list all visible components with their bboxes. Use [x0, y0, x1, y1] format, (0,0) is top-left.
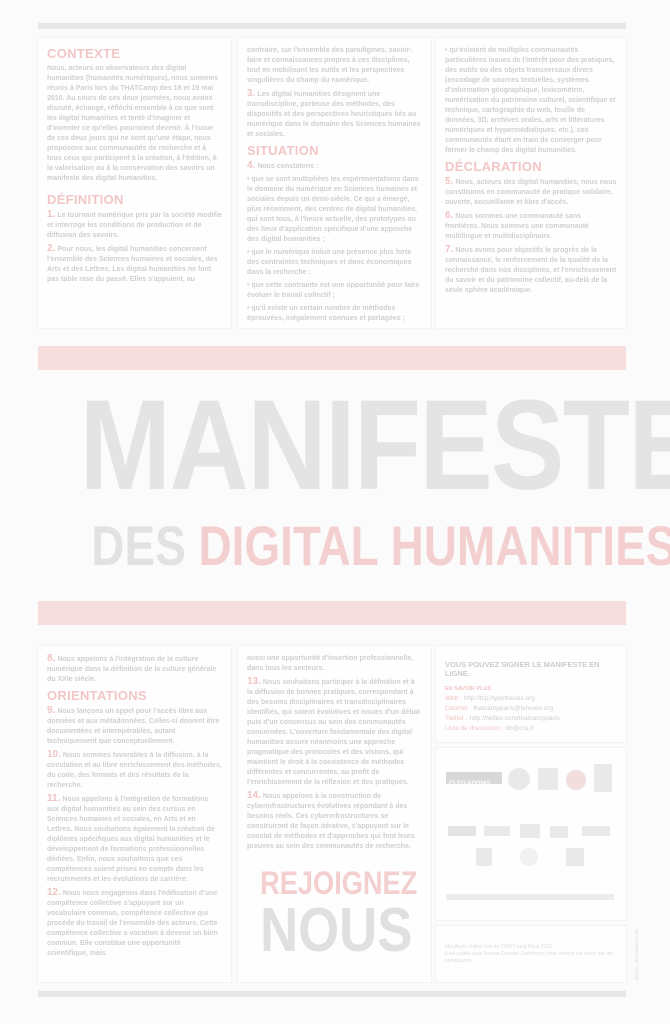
top-rule: [38, 23, 626, 29]
bottom-column-3-footer: Manifeste réalisé lors du THATCamp Paris…: [436, 926, 626, 982]
logo-inria[interactable]: [566, 770, 586, 790]
definition-continued: contraire, sur l'ensemble des paradigmes…: [247, 47, 412, 84]
contexte-heading: CONTEXTE: [47, 46, 121, 61]
declaration-6: 6. Nous sommes une communauté sans fronti…: [445, 210, 589, 241]
principle-9: 9. Nous lançons un appel pour l'accès lib…: [47, 705, 220, 746]
pink-band-top: [38, 346, 626, 370]
definition-1: 1. Le tournant numérique pris par la soci…: [47, 209, 222, 240]
link-email[interactable]: Courriel : thatcampparis@lemoen.org: [445, 704, 617, 714]
logo-partner-5[interactable]: [582, 826, 610, 836]
principle-13: 13. Nous souhaitons participer à la défin…: [247, 676, 420, 787]
sign-online-text: VOUS POUVEZ SIGNER LE MANIFESTE EN LIGNE…: [445, 660, 600, 678]
logo-cnrs[interactable]: [508, 768, 530, 790]
logo-partner-7[interactable]: [520, 848, 538, 866]
definition-2: 2. Pour nous, les digital humanities conc…: [47, 243, 218, 284]
digital-humanities-words: DIGITAL HUMANITIES: [198, 514, 670, 577]
contexte-text: Nous, acteurs ou observateurs des digita…: [47, 65, 219, 182]
declaration-5: 5. Nous, acteurs des digital humanities, …: [445, 176, 617, 207]
digital-humanities-title: DES DIGITAL HUMANITIES: [91, 514, 670, 578]
manifeste-title: MANIFESTE: [79, 374, 670, 517]
bottom-column-1: 8. Nous appelons à l'intégration de la cu…: [38, 646, 231, 982]
bottom-rule: [38, 991, 626, 997]
principle-14: 14. Nous appelons à la construction de cy…: [247, 790, 415, 851]
situation-bullet-4: • qu'il existe un certain nombre de méth…: [247, 305, 405, 322]
top-column-2: contraire, sur l'ensemble des paradigmes…: [238, 38, 431, 328]
principle-11: 11. Nous appelons à l'intégration de form…: [47, 793, 215, 884]
logo-cleo[interactable]: [448, 826, 476, 836]
bottom-column-3-logos: CLEO ADONIS: [436, 748, 626, 920]
see-more-label: EN SAVOIR PLUS: [445, 686, 492, 692]
designer-credit: design : www.maitriz.com: [634, 929, 639, 980]
principle-12-continued: aussi une opportunité d'insertion profes…: [247, 655, 414, 672]
bottom-column-3-links: VOUS POUVEZ SIGNER LE MANIFESTE EN LIGNE…: [436, 646, 626, 742]
principle-10: 10. Nous sommes favorables à la diffusion…: [47, 749, 222, 790]
join-us-2[interactable]: NOUS: [260, 900, 412, 962]
logo-ehess[interactable]: [594, 764, 612, 792]
bottom-column-2: aussi une opportunité d'insertion profes…: [238, 646, 431, 982]
situation-4: 4. Nous constatons :: [247, 160, 319, 171]
orientations-heading: ORIENTATIONS: [47, 688, 147, 703]
declaration-7: 7. Nous avons pour objectifs le progrès d…: [445, 244, 617, 295]
join-us-1[interactable]: REJOIGNEZ: [260, 866, 417, 900]
link-mailing-list[interactable]: Liste de discussion : dh@cru.fr: [445, 724, 617, 734]
declaration-heading: DÉCLARATION: [445, 159, 542, 174]
top-column-1: CONTEXTE Nous, acteurs ou observateurs d…: [38, 38, 231, 328]
logo-partner-4[interactable]: [550, 826, 568, 838]
principle-12: 12. Nous nous engageons dans l'édificatio…: [47, 887, 218, 958]
logo-partner-8[interactable]: [566, 848, 584, 866]
footer-credit-1: Manifeste réalisé lors du THATCamp Paris…: [445, 944, 552, 950]
definition-heading: DÉFINITION: [47, 192, 124, 207]
logo-partner-6[interactable]: [476, 848, 492, 866]
situation-bullet-5: • qu'existent de multiples communautés p…: [445, 47, 616, 154]
logo-cleo-adonis[interactable]: CLEO ADONIS: [446, 772, 502, 787]
des-word: DES: [91, 514, 186, 577]
pink-band-bottom: [38, 601, 626, 625]
situation-bullet-3: • que cette contrainte est une opportuni…: [247, 282, 420, 299]
logo-crac[interactable]: [484, 826, 510, 836]
definition-3: 3. Les digital humanities désignent une t…: [247, 88, 421, 139]
link-twitter[interactable]: Twitter : http://twitter.com/thatcamppar…: [445, 714, 617, 724]
logo-partner-3[interactable]: [520, 824, 540, 838]
top-column-3: • qu'existent de multiples communautés p…: [436, 38, 626, 328]
principle-8: 8. Nous appelons à l'intégration de la cu…: [47, 653, 217, 684]
situation-bullet-1: • que se sont multipliées les expériment…: [247, 176, 419, 243]
link-web[interactable]: Web : http://tcp.hypotheses.org: [445, 694, 617, 704]
situation-bullet-2: • que le numérique induit une présence p…: [247, 249, 412, 276]
logo-strip: [446, 894, 614, 900]
logo-tge[interactable]: [538, 768, 558, 790]
footer-credit-2: Il est publié sous licence Creative Comm…: [445, 951, 613, 964]
situation-heading: SITUATION: [247, 143, 319, 158]
